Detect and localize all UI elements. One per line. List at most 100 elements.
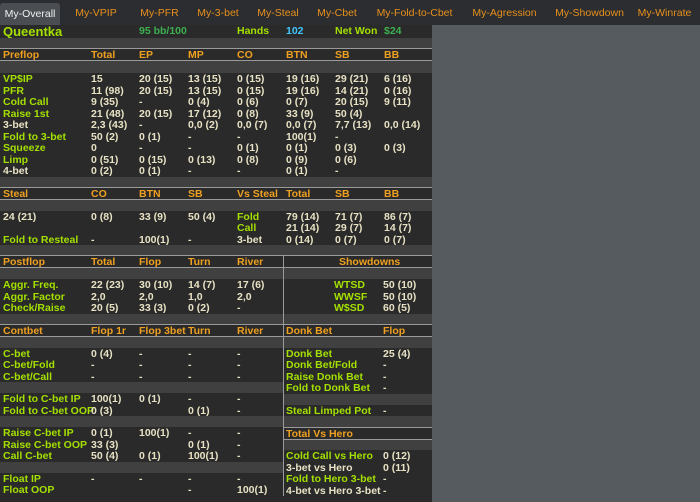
tab-my-cbet[interactable]: My-Cbet: [307, 0, 367, 25]
tab-bar: My-Overall My-VPIP My-PFR My-3-bet My-Steal M…: [0, 0, 700, 25]
stat-value: -: [335, 130, 339, 143]
stat-value: 0 (1): [139, 450, 161, 462]
stat-label: C-bet/Call: [3, 370, 53, 383]
header-cell: BB: [384, 187, 400, 200]
tab-my-3-bet[interactable]: My-3-bet: [187, 0, 249, 25]
stat-value: -: [188, 233, 192, 246]
stat-value: -: [139, 347, 143, 360]
table-row: 3-bet vs Hero 0 (11): [284, 462, 432, 474]
header-cell: BTN: [286, 49, 308, 61]
header-cell: Flop 3bet: [139, 324, 186, 337]
stat-value: 13 (15): [188, 73, 222, 85]
contbet-section: Contbet Flop 1r Flop 3bet Turn River C-bet 0 (…: [0, 323, 432, 497]
steal-header: Steal CO BTN SB Vs Steal Total SB BB: [0, 186, 432, 200]
stat-value: 21 (48): [91, 107, 125, 120]
stat-value: 33 (9): [286, 107, 314, 120]
stat-value: -: [188, 142, 192, 154]
row: [284, 268, 432, 279]
stat-value: 0 (16): [384, 84, 412, 97]
stat-value: 0 (4): [188, 96, 210, 108]
table-row: Float OOP - 100(1): [0, 484, 283, 496]
stat-value: 50 (2): [91, 130, 119, 143]
stat-label: Float IP: [3, 472, 41, 485]
header-cell: SB: [188, 187, 203, 200]
stat-value: 11 (98): [91, 84, 124, 97]
stat-value: 2,3 (43): [91, 119, 128, 131]
row: [0, 336, 283, 348]
tab-my-winrate[interactable]: My-Winrate: [632, 0, 697, 25]
stat-value: 60 (5): [383, 302, 411, 314]
stat-label: Raise Donk Bet: [286, 370, 364, 383]
table-row: C-bet 0 (4) - - -: [0, 348, 283, 360]
table-row: Fold to C-bet OOP 0 (3) 0 (1) -: [0, 405, 283, 417]
table-row: Raise C-bet IP 0 (1) 100(1) - -: [0, 427, 283, 439]
title-row: Queentka 95 bb/100 Hands 102 Net Won $24: [0, 25, 432, 39]
stat-value: 19 (16): [286, 84, 320, 97]
stat-value: -: [188, 484, 192, 496]
stat-label: 24 (21): [3, 210, 37, 223]
stat-label: Aggr. Freq.: [3, 279, 59, 291]
table-row: 4-bet vs Hero 3-bet -: [284, 485, 432, 497]
stat-value: -: [188, 393, 192, 405]
tab-my-vpip[interactable]: My-VPIP: [60, 0, 132, 25]
table-row: Donk Bet 25 (4): [284, 348, 432, 360]
tab-my-agression[interactable]: My-Agression: [462, 0, 547, 25]
stat-label: Fold to Hero 3-bet: [286, 473, 376, 485]
table-row: Fold to Donk Bet -: [284, 382, 432, 394]
header-cell: Showdowns: [339, 256, 401, 268]
stat-value: 0: [91, 142, 97, 154]
tab-my-fold-to-cbet[interactable]: My-Fold-to-Cbet: [367, 0, 462, 25]
tab-my-pfr[interactable]: My-PFR: [132, 0, 187, 25]
stat-value: 6 (16): [384, 73, 412, 85]
row: [284, 393, 432, 405]
table-row: C-bet/Fold - - - -: [0, 359, 283, 371]
stat-value: -: [237, 393, 241, 405]
stat-value: 0 (3): [384, 142, 406, 154]
stat-value: 14 (21): [335, 84, 369, 97]
stat-value: 0 (1): [139, 165, 161, 177]
table-row: Steal Limped Pot -: [284, 405, 432, 417]
stat-value: -: [188, 427, 192, 439]
stat-value: 0,0 (7): [286, 119, 317, 131]
stat-value: 0 (1): [139, 130, 161, 143]
header-cell: SB: [335, 49, 350, 61]
header-cell: Total: [286, 187, 311, 200]
stat-value: 0 (15): [139, 153, 167, 166]
stat-value: -: [237, 347, 241, 360]
row: [0, 199, 432, 211]
stat-value: 0 (1): [188, 438, 210, 451]
table-row: Check/Raise 20 (5) 33 (3) 0 (2) -: [0, 302, 283, 314]
stat-label: 3-bet vs Hero: [286, 461, 353, 474]
stat-value: -: [237, 404, 241, 417]
stat-value: 50 (10): [383, 290, 417, 303]
header-cell: Donk Bet: [286, 324, 333, 337]
stat-value: 71 (7): [335, 210, 363, 223]
stat-value: 14 (7): [188, 279, 216, 291]
stat-value: 14 (7): [384, 222, 412, 234]
stat-value: -: [188, 165, 192, 177]
stat-value: 0 (7): [384, 233, 406, 246]
stat-value: 20 (5): [91, 302, 119, 314]
contbet-header: Contbet Flop 1r Flop 3bet Turn River: [0, 323, 283, 337]
postflop-header: Postflop Total Flop Turn River: [0, 255, 283, 268]
stat-value: 17 (6): [237, 279, 265, 291]
stat-value: -: [91, 359, 95, 371]
tab-my-steal[interactable]: My-Steal: [249, 0, 307, 25]
stat-value: 25 (4): [383, 347, 411, 360]
stat-value: 100(1): [139, 427, 170, 439]
stat-label: Fold to Donk Bet: [286, 382, 370, 394]
stat-value: -: [335, 165, 339, 177]
stat-label: Donk Bet: [286, 347, 333, 360]
winrate: 95 bb/100: [139, 25, 187, 37]
row: [284, 416, 432, 427]
tab-my-showdown[interactable]: My-Showdown: [547, 0, 632, 25]
player-name: Queentka: [3, 25, 63, 39]
stat-value: 19 (16): [286, 73, 320, 85]
header-cell: Total: [91, 49, 116, 61]
stat-label: Steal Limped Pot: [286, 404, 372, 417]
header-cell: Total: [91, 256, 116, 268]
stat-value: 0,0 (2): [188, 119, 219, 131]
stat-label: Cold Call vs Hero: [286, 450, 373, 462]
tab-my-overall[interactable]: My-Overall: [0, 3, 60, 25]
header-cell: Steal: [3, 187, 29, 200]
